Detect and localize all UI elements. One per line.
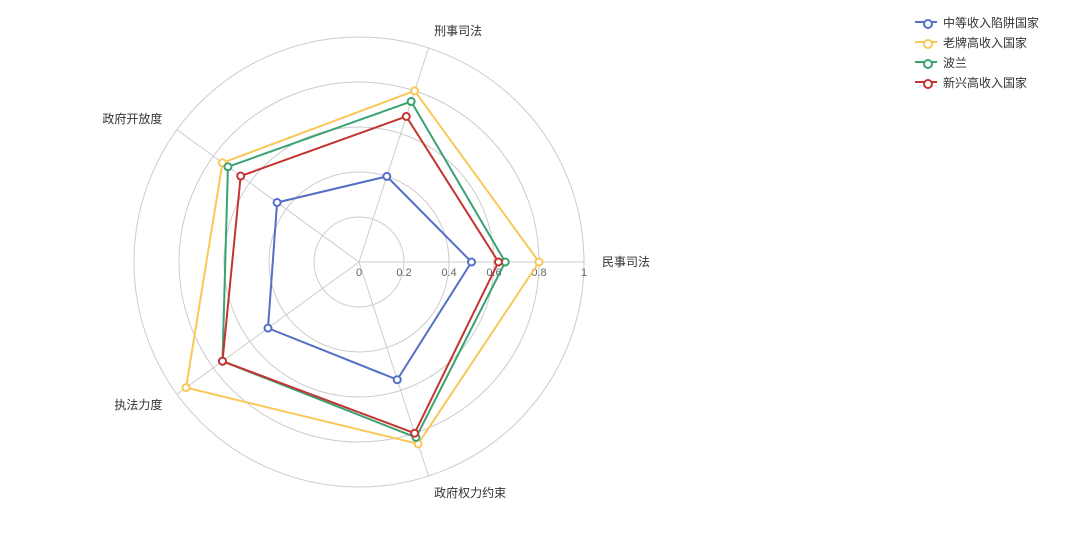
legend-swatch xyxy=(915,41,937,43)
legend-item[interactable]: 波兰 xyxy=(915,52,1039,72)
axis-line xyxy=(177,130,359,262)
legend-swatch xyxy=(915,81,937,83)
data-point[interactable] xyxy=(403,113,410,120)
legend-marker-icon xyxy=(923,19,933,29)
legend-item[interactable]: 新兴高收入国家 xyxy=(915,72,1039,92)
legend-marker-icon xyxy=(923,79,933,89)
legend-label: 波兰 xyxy=(943,54,967,71)
tick-label: 0 xyxy=(356,267,362,279)
data-point[interactable] xyxy=(468,259,475,266)
axis-label: 民事司法 xyxy=(602,255,650,269)
legend-swatch xyxy=(915,61,937,63)
legend-label: 老牌高收入国家 xyxy=(943,34,1027,51)
axis-label: 政府开放度 xyxy=(102,111,162,126)
radar-chart-container: 民事司法刑事司法政府开放度执法力度政府权力约束00.20.40.60.81 中等… xyxy=(0,0,1080,559)
data-point[interactable] xyxy=(264,325,271,332)
legend: 中等收入陷阱国家老牌高收入国家波兰新兴高收入国家 xyxy=(915,12,1039,92)
legend-label: 中等收入陷阱国家 xyxy=(943,14,1039,31)
data-point[interactable] xyxy=(411,430,418,437)
axis-label: 刑事司法 xyxy=(434,24,482,38)
tick-label: 0.2 xyxy=(396,267,411,279)
data-point[interactable] xyxy=(224,163,231,170)
data-point[interactable] xyxy=(274,199,281,206)
data-point[interactable] xyxy=(394,376,401,383)
axis-line xyxy=(359,48,429,262)
data-point[interactable] xyxy=(183,384,190,391)
axis-label: 政府权力约束 xyxy=(434,485,506,500)
tick-label: 1 xyxy=(581,267,587,279)
data-point[interactable] xyxy=(536,259,543,266)
data-point[interactable] xyxy=(495,259,502,266)
series-line[interactable] xyxy=(222,102,505,438)
radar-chart: 民事司法刑事司法政府开放度执法力度政府权力约束00.20.40.60.81 xyxy=(0,0,720,559)
legend-item[interactable]: 中等收入陷阱国家 xyxy=(915,12,1039,32)
legend-label: 新兴高收入国家 xyxy=(943,74,1027,91)
data-point[interactable] xyxy=(408,98,415,105)
tick-label: 0.4 xyxy=(441,267,456,279)
data-point[interactable] xyxy=(219,358,226,365)
data-point[interactable] xyxy=(383,173,390,180)
axis-label: 执法力度 xyxy=(114,397,162,412)
legend-marker-icon xyxy=(923,39,933,49)
legend-marker-icon xyxy=(923,59,933,69)
data-point[interactable] xyxy=(237,173,244,180)
legend-item[interactable]: 老牌高收入国家 xyxy=(915,32,1039,52)
data-point[interactable] xyxy=(411,87,418,94)
legend-swatch xyxy=(915,21,937,23)
